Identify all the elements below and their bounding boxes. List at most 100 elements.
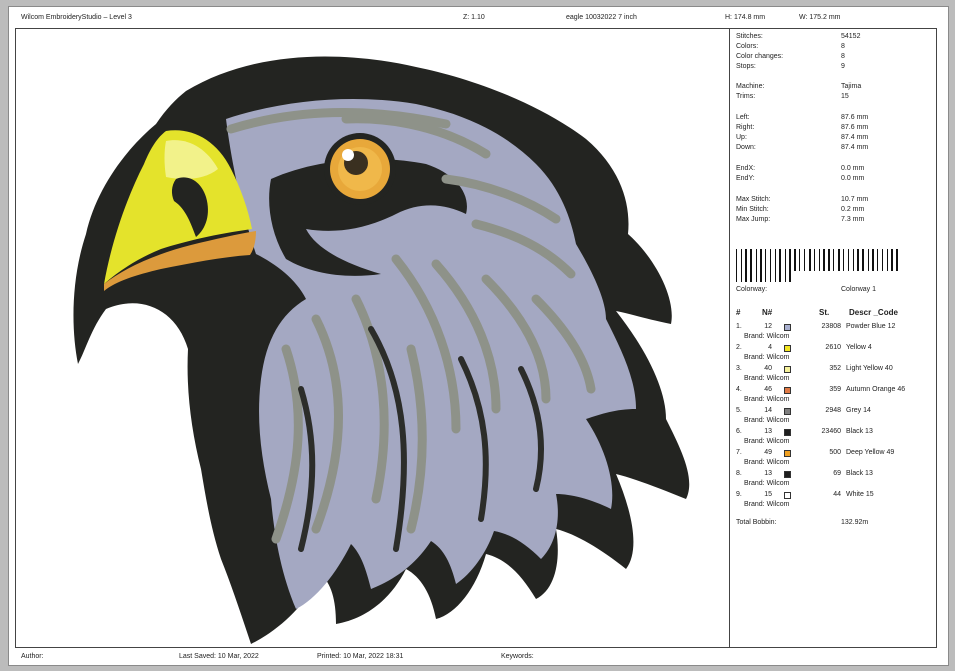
color-swatch — [784, 387, 791, 394]
color-number: 13 — [764, 428, 772, 435]
stat-value: 87.6 mm — [841, 124, 869, 131]
color-index: 4. — [736, 386, 742, 393]
color-brand: Brand: Wilcom — [744, 501, 790, 508]
barcode-bar — [770, 249, 771, 282]
color-description: Black 13 — [846, 428, 873, 435]
color-description: Black 13 — [846, 470, 873, 477]
stat-value: 87.6 mm — [841, 114, 869, 121]
color-description: Grey 14 — [846, 407, 871, 414]
color-stitches: 69 — [833, 470, 841, 477]
stat-value: 10.7 mm — [841, 196, 869, 203]
stat-label: Down: — [736, 144, 756, 151]
color-brand: Brand: Wilcom — [744, 354, 790, 361]
color-stitches: 44 — [833, 491, 841, 498]
color-description: Yellow 4 — [846, 344, 872, 351]
stat-label: Trims: — [736, 93, 756, 100]
color-description: Powder Blue 12 — [846, 323, 896, 330]
barcode-bar — [814, 249, 815, 271]
color-swatch — [784, 366, 791, 373]
barcode-bar — [828, 249, 830, 271]
barcode-bar — [887, 249, 888, 271]
color-brand: Brand: Wilcom — [744, 459, 790, 466]
barcode-bar — [789, 249, 791, 282]
barcode-bar — [848, 249, 849, 271]
app-title: Wilcom EmbroideryStudio – Level 3 — [21, 14, 132, 21]
color-stitches: 2610 — [825, 344, 841, 351]
col-stitches-header: St. — [819, 308, 830, 317]
barcode-bar — [750, 249, 752, 282]
colorway-label: Colorway: — [736, 286, 768, 293]
color-index: 8. — [736, 470, 742, 477]
color-description: Light Yellow 40 — [846, 365, 893, 372]
stat-label: EndY: — [736, 175, 755, 182]
barcode-bar — [799, 249, 800, 271]
color-index: 5. — [736, 407, 742, 414]
barcode-bar — [838, 249, 840, 271]
barcode-bar — [862, 249, 864, 271]
color-stitches: 359 — [829, 386, 841, 393]
col-number-header: N# — [762, 308, 773, 317]
divider — [729, 29, 730, 647]
color-description: White 15 — [846, 491, 874, 498]
color-number: 49 — [764, 449, 772, 456]
color-index: 9. — [736, 491, 742, 498]
barcode-bar — [819, 249, 820, 271]
stat-label: Max Stitch: — [736, 196, 771, 203]
stat-value: 0.2 mm — [841, 206, 865, 213]
stat-value: Tajima — [841, 83, 862, 90]
barcode-bar — [745, 249, 747, 282]
color-swatch — [784, 429, 791, 436]
stat-value: 54152 — [841, 33, 861, 40]
col-index-header: # — [736, 308, 741, 317]
color-swatch — [784, 345, 791, 352]
barcode-bar — [756, 249, 757, 282]
barcode-bar — [868, 249, 869, 271]
color-brand: Brand: Wilcom — [744, 438, 790, 445]
color-number: 15 — [764, 491, 772, 498]
color-number: 4 — [768, 344, 772, 351]
barcode-bar — [896, 249, 898, 271]
barcode-bar — [823, 249, 825, 271]
stat-value: 87.4 mm — [841, 134, 869, 141]
stat-label: Stitches: — [736, 33, 763, 40]
last-saved: Last Saved: 10 Mar, 2022 — [179, 653, 259, 660]
color-description: Deep Yellow 49 — [846, 449, 895, 456]
stat-value: 15 — [841, 93, 849, 100]
color-number: 13 — [764, 470, 772, 477]
col-description-header: Descr _Code — [849, 308, 898, 317]
color-index: 7. — [736, 449, 742, 456]
color-index: 6. — [736, 428, 742, 435]
color-stitches: 500 — [829, 449, 841, 456]
color-swatch — [784, 471, 791, 478]
stat-label: Colors: — [736, 43, 759, 50]
barcode-bar — [809, 249, 811, 271]
keywords-field: Keywords: — [501, 653, 534, 660]
color-brand: Brand: Wilcom — [744, 417, 790, 424]
printed-date: Printed: 10 Mar, 2022 18:31 — [317, 653, 404, 660]
stat-label: Right: — [736, 124, 755, 131]
barcode-bar — [779, 249, 781, 282]
design-width: W: 175.2 mm — [799, 14, 841, 21]
color-swatch — [784, 408, 791, 415]
color-index: 3. — [736, 365, 742, 372]
color-number: 14 — [764, 407, 772, 414]
barcode-bar — [775, 249, 776, 282]
stat-value: 7.3 mm — [841, 216, 865, 223]
eagle-design-preview — [73, 56, 690, 644]
print-preview-page: Wilcom EmbroideryStudio – Level 3 Z: 1.1… — [8, 6, 949, 666]
barcode-bar — [794, 249, 796, 271]
barcode-bar — [891, 249, 893, 271]
barcode-bar — [741, 249, 742, 282]
color-number: 12 — [764, 323, 772, 330]
barcode-bar — [872, 249, 874, 271]
stat-value: 0.0 mm — [841, 165, 865, 172]
barcode-bar — [857, 249, 859, 271]
color-index: 1. — [736, 323, 742, 330]
color-brand: Brand: Wilcom — [744, 480, 790, 487]
color-brand: Brand: Wilcom — [744, 396, 790, 403]
bobbin-value: 132.92m — [841, 519, 869, 526]
design-height: H: 174.8 mm — [725, 14, 766, 21]
color-stitches: 352 — [829, 365, 841, 372]
barcode-bar — [760, 249, 762, 282]
stat-label: Min Stitch: — [736, 206, 769, 213]
